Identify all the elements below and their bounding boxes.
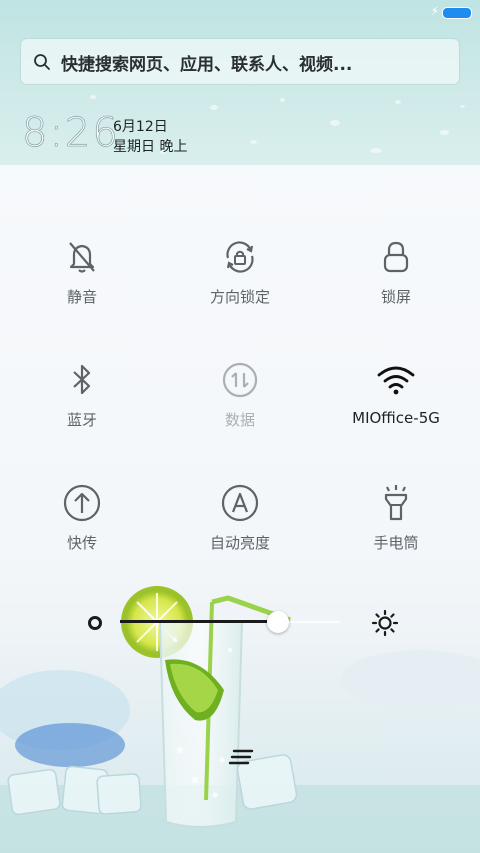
toggle-lock-screen[interactable]: 锁屏 (316, 237, 476, 337)
brightness-thumb[interactable] (267, 611, 290, 633)
toggle-bluetooth[interactable]: 蓝牙 (2, 360, 162, 460)
toggle-lock-screen-label: 锁屏 (380, 288, 411, 306)
quick-transfer-icon (63, 484, 101, 522)
toggle-bluetooth-label: 蓝牙 (66, 411, 97, 429)
search-bar[interactable]: 快捷搜索网页、应用、联系人、视频... (21, 39, 459, 84)
toggle-silent-label: 静音 (66, 288, 97, 306)
toggle-wifi-label: MIOffice-5G (352, 409, 440, 427)
toggle-rotation-lock[interactable]: 方向锁定 (160, 237, 320, 337)
lock-icon (383, 241, 409, 273)
brightness-high-icon (371, 609, 399, 637)
search-icon (34, 54, 50, 70)
panel-handle-icon[interactable] (228, 748, 254, 768)
toggle-flashlight-label: 手电筒 (373, 534, 419, 552)
bluetooth-icon (73, 364, 91, 395)
toggle-rotation-lock-label: 方向锁定 (209, 288, 270, 306)
clock-time[interactable]: 8:26 (22, 110, 120, 157)
bolt-icon: ⚡ (430, 4, 439, 18)
toggle-wifi[interactable]: MIOffice-5G (316, 360, 476, 460)
toggle-quick-transfer[interactable]: 快传 (2, 483, 162, 583)
toggle-flashlight[interactable]: 手电筒 (316, 483, 476, 583)
rotation-lock-icon (226, 241, 254, 273)
toggle-auto-brightness[interactable]: 自动亮度 (160, 483, 320, 583)
auto-brightness-icon (221, 484, 259, 522)
status-bar: ⚡ (0, 0, 480, 26)
brightness-low-icon (88, 616, 102, 630)
clock-weekday: 星期日 晚上 (113, 139, 188, 155)
clock-date: 6月12日 (113, 119, 168, 135)
bell-off-icon (69, 242, 95, 273)
toggle-mobile-data[interactable]: 数据 (160, 360, 320, 460)
flashlight-icon (384, 485, 408, 521)
wifi-icon (377, 366, 415, 395)
toggle-mobile-data-label: 数据 (224, 411, 255, 429)
search-placeholder: 快捷搜索网页、应用、联系人、视频... (61, 55, 353, 75)
toggle-auto-brightness-label: 自动亮度 (209, 534, 270, 552)
toggle-quick-transfer-label: 快传 (66, 534, 97, 552)
brightness-slider[interactable] (70, 600, 410, 646)
toggle-silent[interactable]: 静音 (2, 237, 162, 337)
brightness-track-fill (120, 620, 279, 623)
battery-icon (442, 7, 472, 19)
mobile-data-icon (222, 362, 258, 398)
